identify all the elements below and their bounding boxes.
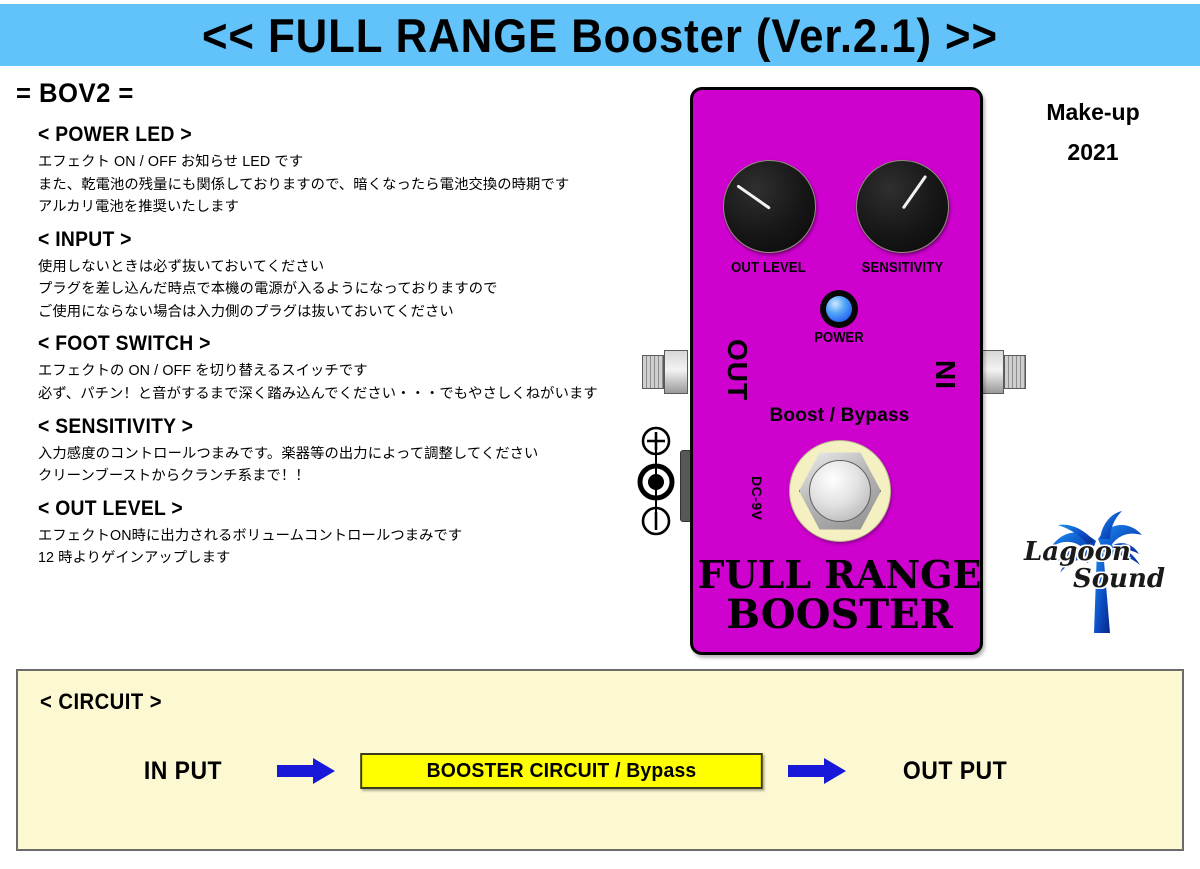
section-line: エフェクトの ON / OFF を切り替えるスイッチです [38, 363, 368, 380]
knob-pointer-icon [901, 174, 927, 209]
input-jack-ribs-icon [1004, 355, 1026, 389]
power-led-label: POWER [814, 330, 864, 346]
pedal-illustration: OUT LEVEL SENSITIVITY POWER OUT IN DC-9V… [628, 80, 1058, 660]
section-sensitivity: < SENSITIVITY > 入力感度のコントロールつまみです。楽器等の出力に… [38, 415, 656, 488]
section-power-led: < POWER LED > エフェクト ON / OFF お知らせ LED です… [38, 123, 656, 219]
input-jack-icon [980, 350, 1004, 394]
section-heading: < POWER LED > [38, 123, 192, 146]
dc-polarity-symbol-icon [637, 426, 675, 536]
section-line: アルカリ電池を推奨いたします [38, 199, 239, 216]
booster-circuit-box: BOOSTER CIRCUIT / Bypass [360, 753, 763, 789]
section-line: ご使用にならない場合は入力側のプラグは抜いておいてください [38, 303, 454, 320]
out-level-knob[interactable] [723, 160, 816, 253]
section-line: また、乾電池の残量にも関係しておりますので、暗くなったら電池交換の時期です [38, 176, 570, 193]
circuit-flow-diagram: IN PUT BOOSTER CIRCUIT / Bypass OUT PUT [108, 753, 1108, 789]
section-line: エフェクトON時に出力されるボリュームコントロールつまみです [38, 527, 463, 544]
section-foot-switch: < FOOT SWITCH > エフェクトの ON / OFF を切り替えるスイ… [38, 332, 656, 405]
pedal-body: OUT LEVEL SENSITIVITY POWER OUT IN DC-9V… [690, 87, 983, 655]
sensitivity-knob-label: SENSITIVITY [861, 260, 944, 276]
led-dome-icon [826, 296, 852, 322]
knob-pointer-icon [735, 183, 771, 210]
boost-bypass-label: Boost / Bypass [769, 405, 910, 426]
pedal-brand-line2: BOOSTER [726, 591, 953, 638]
foot-switch-hex-nut-icon [799, 452, 881, 530]
section-heading: < FOOT SWITCH > [38, 332, 211, 356]
output-jack-ribs-icon [642, 355, 664, 389]
circuit-panel: < CIRCUIT > IN PUT BOOSTER CIRCUIT / Byp… [16, 669, 1184, 851]
arrow-right-icon [788, 758, 846, 784]
section-heading: < OUT LEVEL > [38, 496, 183, 520]
section-heading: < INPUT > [38, 227, 132, 251]
flow-arrow-2 [769, 756, 865, 786]
logo-line2: Sound [1072, 563, 1166, 594]
page-title: << FULL RANGE Booster (Ver.2.1) >> [202, 8, 998, 62]
model-name: = BOV2 = [16, 78, 134, 108]
circuit-output-label: OUT PUT [902, 756, 1008, 785]
output-jack-icon [664, 350, 688, 394]
section-line: プラグを差し込んだ時点で本機の電源が入るようになっておりますので [38, 281, 498, 298]
section-line: 必ず、パチン！と音がするまで深く踏み込んでください・・・でもやさしくねがいます [38, 386, 598, 403]
lagoon-sound-logo: Lagoon Sound [1018, 505, 1194, 635]
flow-arrow-1 [258, 756, 354, 786]
section-out-level: < OUT LEVEL > エフェクトON時に出力されるボリュームコントロールつ… [38, 497, 656, 570]
section-line: エフェクト ON / OFF お知らせ LED です [38, 154, 304, 170]
section-line: 入力感度のコントロールつまみです。楽器等の出力によって調整してください [38, 445, 539, 462]
power-led-indicator [820, 290, 858, 328]
logo-line1: Lagoon [1024, 537, 1131, 567]
section-line: 12 時よりゲインアップします [38, 550, 231, 567]
foot-switch-button[interactable] [809, 460, 871, 522]
section-heading: < SENSITIVITY > [38, 414, 194, 438]
section-line: 使用しないときは必ず抜いておいてください [38, 258, 325, 275]
pedal-brand-line1: FULL RANGE [697, 552, 982, 597]
section-line: クリーンブーストからクランチ系まで！！ [38, 468, 310, 485]
instructions-column: = BOV2 = < POWER LED > エフェクト ON / OFF お知… [16, 78, 656, 579]
out-level-knob-label: OUT LEVEL [731, 260, 806, 276]
dc-jack-label: DC-9V [749, 476, 765, 521]
section-input: < INPUT > 使用しないときは必ず抜いておいてください プラグを差し込んだ… [38, 228, 656, 324]
title-banner: << FULL RANGE Booster (Ver.2.1) >> [0, 4, 1200, 66]
sensitivity-knob[interactable] [856, 160, 949, 253]
foot-switch[interactable] [789, 440, 891, 542]
arrow-right-icon [277, 758, 335, 784]
circuit-input-label: IN PUT [143, 756, 223, 785]
pedal-brand-text: FULL RANGE BOOSTER [693, 556, 986, 636]
circuit-heading: < CIRCUIT > [40, 689, 163, 714]
